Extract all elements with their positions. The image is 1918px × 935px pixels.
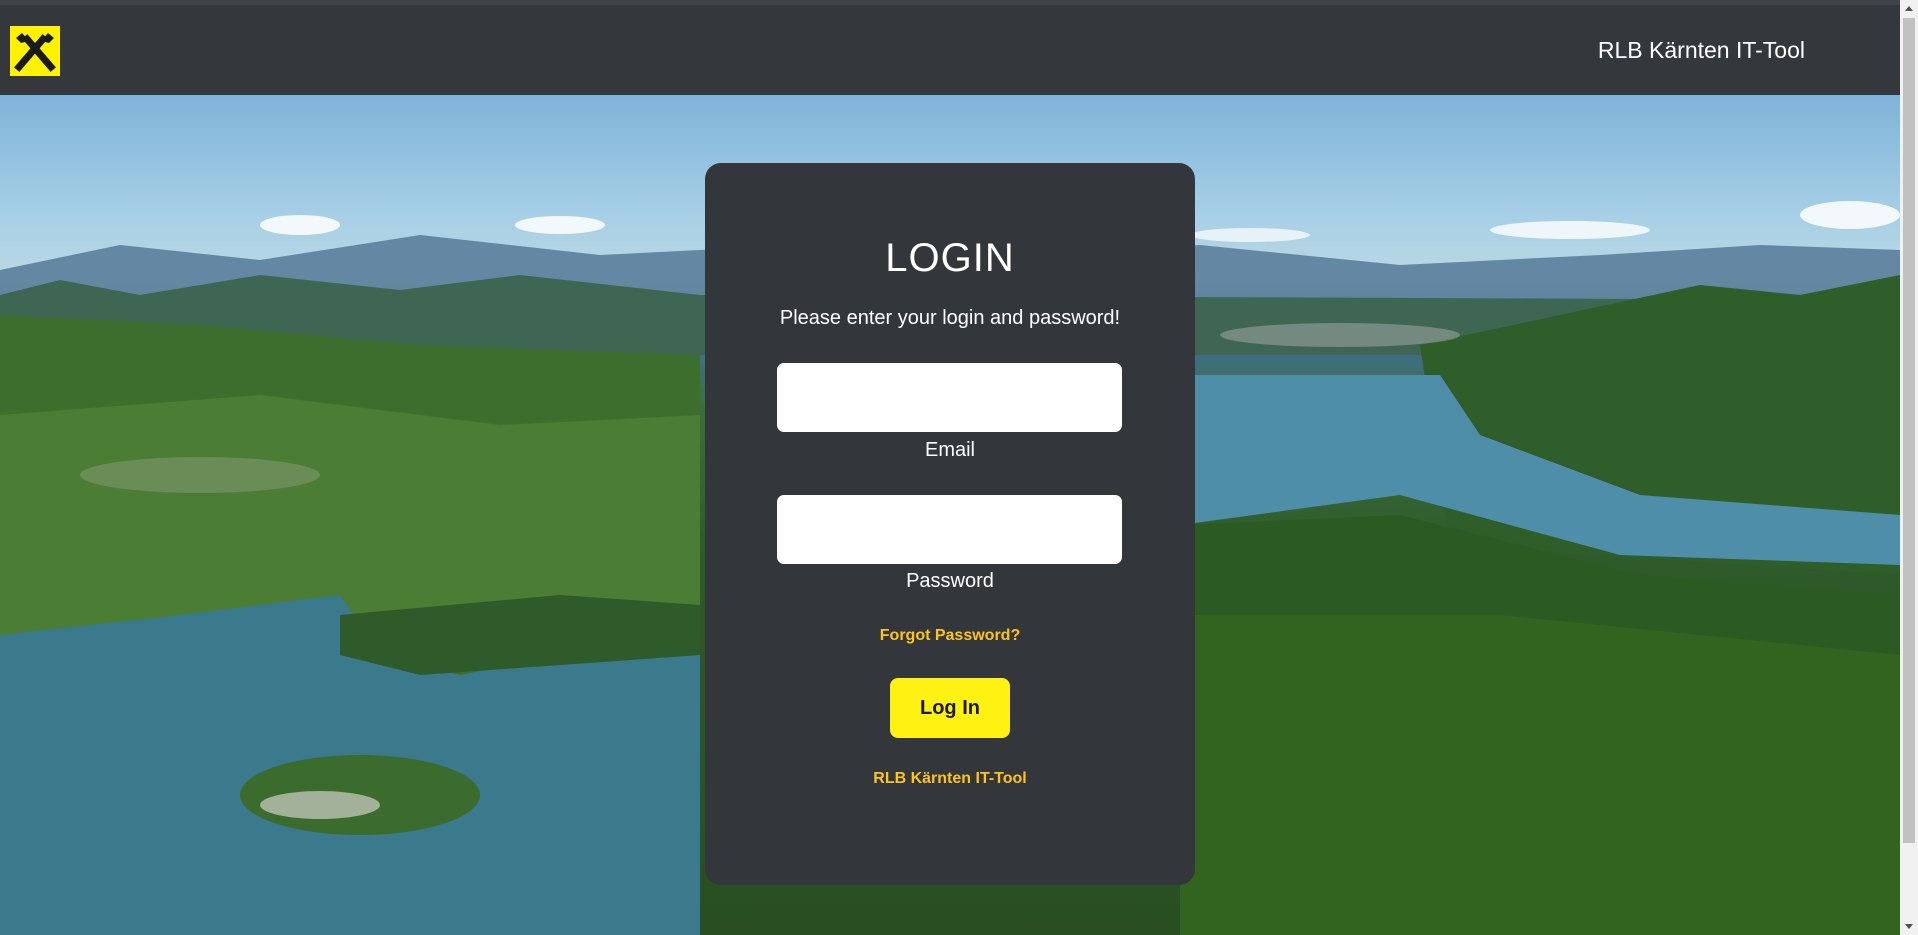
login-page: RLB Kärnten IT-Tool LOGIN Please enter y… [0, 0, 1918, 935]
password-input[interactable] [777, 495, 1122, 564]
password-label: Password [906, 570, 994, 592]
email-label: Email [924, 439, 975, 461]
navbar: RLB Kärnten IT-Tool [0, 5, 1900, 95]
scroll-up-arrow-icon[interactable] [1905, 6, 1913, 11]
crossed-horse-heads-icon [14, 33, 56, 72]
forgot-password-link[interactable]: Forgot Password? [705, 627, 1195, 645]
login-card: LOGIN Please enter your login and passwo… [705, 163, 1195, 885]
footer-app-link[interactable]: RLB Kärnten IT-Tool [705, 770, 1195, 788]
login-subtitle: Please enter your login and password! [779, 307, 1121, 329]
nav-title: RLB Kärnten IT-Tool [1597, 37, 1805, 63]
raiffeisen-logo-icon[interactable] [10, 26, 60, 76]
email-input[interactable] [777, 363, 1122, 432]
login-title: LOGIN [885, 236, 1015, 280]
scrollbar-thumb[interactable] [1903, 18, 1915, 843]
login-button[interactable]: Log In [890, 678, 1010, 738]
vertical-scrollbar[interactable] [1900, 0, 1918, 935]
scroll-down-arrow-icon[interactable] [1905, 924, 1913, 929]
